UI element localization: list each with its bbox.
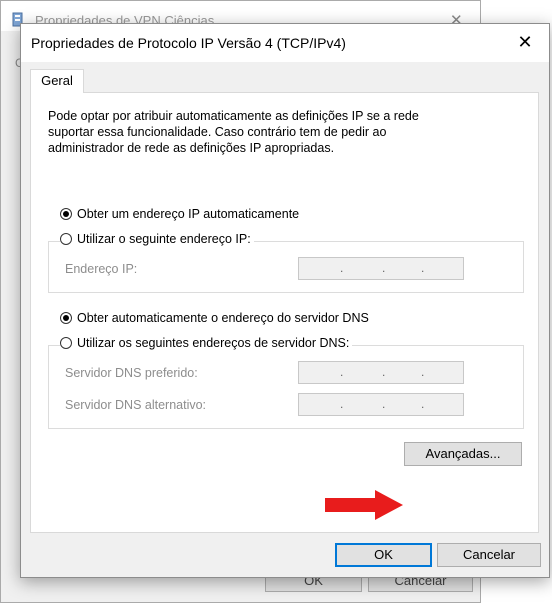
ip-auto-label: Obter um endereço IP automaticamente: [77, 207, 300, 221]
dns-preferred-label: Servidor DNS preferido:: [65, 366, 198, 380]
ip-address-label: Endereço IP:: [65, 262, 138, 276]
tab-geral[interactable]: Geral: [30, 69, 84, 93]
ip-manual-group: Endereço IP: ...: [48, 241, 524, 293]
dns-manual-group: Servidor DNS preferido: ... Servidor DNS…: [48, 345, 524, 429]
dns-auto-radio[interactable]: Obter automaticamente o endereço do serv…: [60, 311, 372, 325]
red-arrow-icon: [325, 490, 403, 520]
ip-manual-radio[interactable]: Utilizar o seguinte endereço IP:: [60, 232, 254, 246]
description-text: Pode optar por atribuir automaticamente …: [48, 109, 419, 155]
dns-manual-radio[interactable]: Utilizar os seguintes endereços de servi…: [60, 336, 353, 350]
advanced-button[interactable]: Avançadas...: [404, 442, 522, 466]
dns-manual-label: Utilizar os seguintes endereços de servi…: [77, 336, 350, 350]
ipv4-properties-dialog: Propriedades de Protocolo IP Versão 4 (T…: [20, 23, 550, 578]
radio-selected-icon: [60, 312, 72, 324]
cancel-button[interactable]: Cancelar: [437, 543, 541, 567]
ip-address-field: ...: [298, 257, 464, 280]
tab-panel-geral: Pode optar por atribuir automaticamente …: [30, 92, 539, 533]
dialog-titlebar: Propriedades de Protocolo IP Versão 4 (T…: [21, 24, 549, 62]
close-icon[interactable]: ✕: [515, 32, 535, 52]
dns-alternate-field: ...: [298, 393, 464, 416]
dialog-title: Propriedades de Protocolo IP Versão 4 (T…: [31, 35, 346, 51]
ip-auto-radio[interactable]: Obter um endereço IP automaticamente: [60, 207, 303, 221]
radio-selected-icon: [60, 208, 72, 220]
ok-button[interactable]: OK: [335, 543, 432, 567]
dns-preferred-field: ...: [298, 361, 464, 384]
radio-unselected-icon: [60, 233, 72, 245]
dns-alternate-label: Servidor DNS alternativo:: [65, 398, 207, 412]
ip-manual-label: Utilizar o seguinte endereço IP:: [77, 232, 251, 246]
dns-auto-label: Obter automaticamente o endereço do serv…: [77, 311, 369, 325]
radio-unselected-icon: [60, 337, 72, 349]
